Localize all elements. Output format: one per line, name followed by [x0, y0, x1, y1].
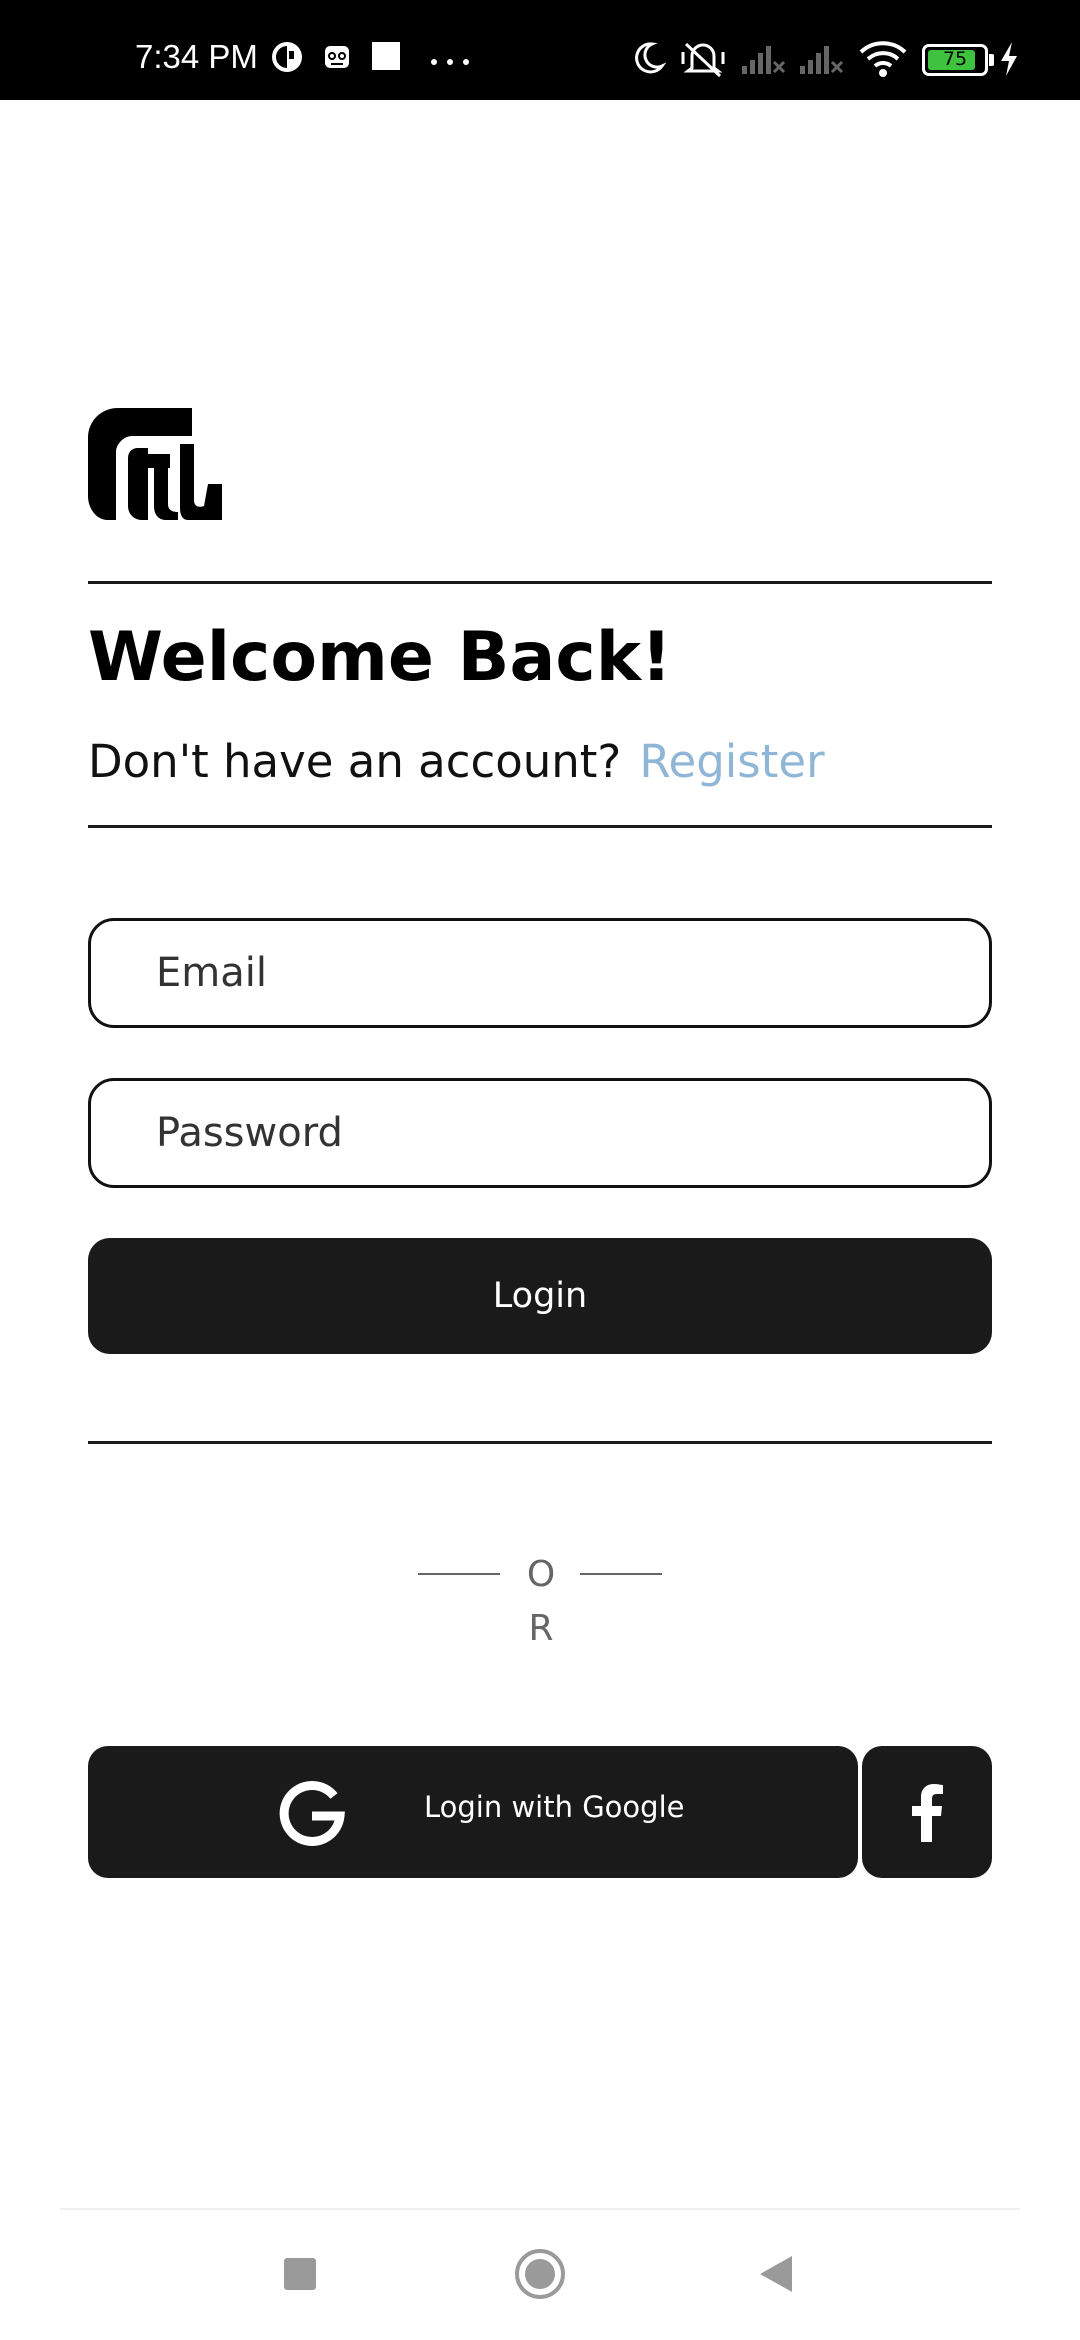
- app-logo: [88, 408, 222, 520]
- password-input[interactable]: [156, 1081, 956, 1185]
- mute-icon: [681, 42, 725, 78]
- battery-level: 75: [942, 48, 968, 70]
- or-text: OR: [526, 1554, 556, 1649]
- account-prompt: Don't have an account?: [88, 735, 622, 788]
- or-line-right: [580, 1573, 662, 1575]
- more-dots-icon: [431, 59, 469, 65]
- register-link[interactable]: Register: [639, 735, 824, 788]
- login-screen: 7:34 PM 75 Welcome Back! Don't have an a…: [0, 0, 1080, 2340]
- google-icon: [279, 1780, 345, 1846]
- robot-icon: [325, 46, 349, 68]
- home-button[interactable]: [514, 2248, 566, 2300]
- battery-icon: 75: [922, 44, 994, 76]
- or-line-left: [418, 1573, 500, 1575]
- login-button[interactable]: Login: [88, 1238, 992, 1354]
- email-field[interactable]: [88, 918, 992, 1028]
- facebook-icon: [912, 1784, 943, 1842]
- back-triangle-icon: [760, 2256, 792, 2292]
- google-button-label: Login with Google: [424, 1790, 685, 1824]
- charging-icon: [1001, 42, 1017, 76]
- status-bar: 7:34 PM 75: [0, 0, 1080, 100]
- email-input[interactable]: [156, 921, 956, 1025]
- square-icon: [372, 42, 400, 70]
- login-with-facebook-button[interactable]: [862, 1746, 992, 1878]
- wifi-icon: [859, 41, 907, 77]
- recents-square-icon: [284, 2258, 316, 2290]
- status-time: 7:34 PM: [135, 38, 258, 75]
- nav-bar-divider: [60, 2208, 1020, 2210]
- login-button-label: Login: [492, 1276, 588, 1316]
- top-divider: [88, 581, 992, 584]
- signal-icon: [742, 46, 786, 74]
- password-field[interactable]: [88, 1078, 992, 1188]
- moon-icon: [635, 42, 666, 74]
- page-title: Welcome Back!: [88, 618, 672, 697]
- home-circle-icon: [515, 2249, 565, 2299]
- or-divider: OR: [418, 1548, 664, 1658]
- back-button[interactable]: [758, 2254, 794, 2294]
- recents-button[interactable]: [282, 2256, 318, 2292]
- data-saver-icon: [272, 42, 302, 72]
- form-divider: [88, 1441, 992, 1444]
- login-with-google-button[interactable]: Login with Google: [88, 1746, 858, 1878]
- signal-icon: [800, 46, 844, 74]
- header-divider: [88, 825, 992, 828]
- account-prompt-row: Don't have an account? Register: [88, 735, 825, 788]
